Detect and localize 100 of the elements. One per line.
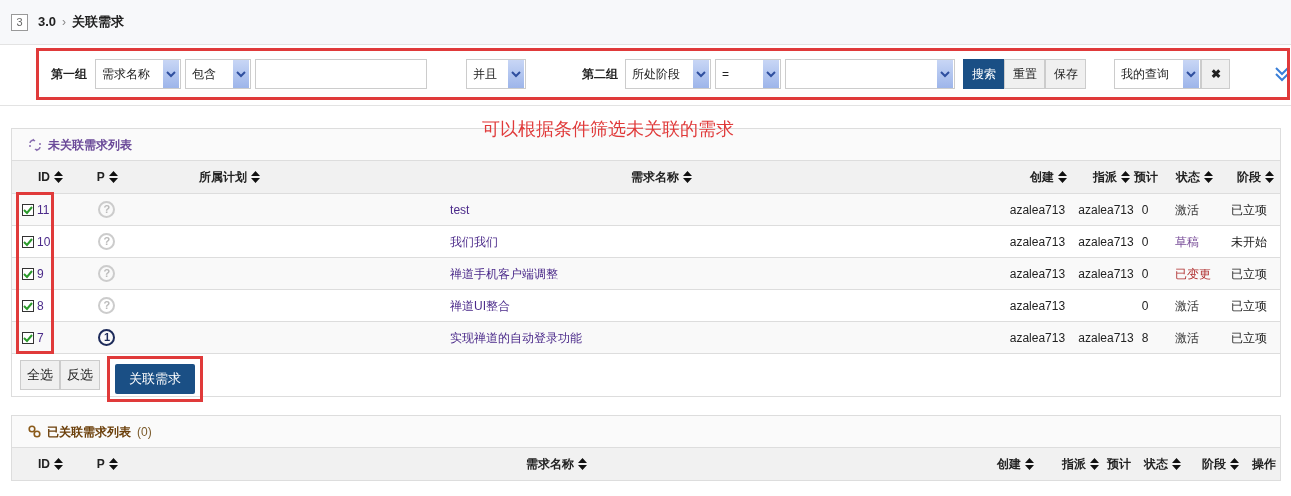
- sort-icon: [108, 458, 118, 470]
- story-link[interactable]: 禅道UI整合: [450, 298, 511, 313]
- id-link[interactable]: 8: [37, 296, 44, 315]
- select-button[interactable]: 反选: [60, 360, 100, 390]
- stage-text: 已立项: [1231, 330, 1268, 345]
- row-checkbox[interactable]: [22, 203, 34, 216]
- stage-text: 已立项: [1231, 298, 1268, 313]
- clear-button[interactable]: ✖: [1201, 59, 1230, 89]
- panel-title: 未关联需求列表: [48, 136, 132, 154]
- caret-icon: [696, 70, 706, 78]
- row-checkbox[interactable]: [22, 267, 34, 280]
- filter-button[interactable]: 搜索: [963, 59, 1004, 89]
- story-link[interactable]: test: [450, 202, 470, 217]
- sort-icon: [1025, 458, 1035, 470]
- sort-icon: [1058, 171, 1068, 183]
- column-header[interactable]: 需求名称: [630, 168, 692, 186]
- saved-query-select[interactable]: 我的查询: [1114, 59, 1201, 89]
- id-link[interactable]: 7: [37, 328, 44, 347]
- estimate-text: 0: [1141, 234, 1149, 249]
- estimate-text: 8: [1141, 330, 1149, 345]
- priority-badge: ?: [98, 297, 116, 314]
- creator-text: azalea713: [1009, 234, 1066, 249]
- id-link[interactable]: 11: [37, 200, 50, 219]
- sort-icon: [53, 458, 63, 470]
- sort-icon: [1090, 458, 1100, 470]
- page-title: 关联需求: [72, 13, 125, 32]
- caret-icon: [1186, 70, 1196, 78]
- id-link[interactable]: 9: [37, 264, 44, 283]
- story-link[interactable]: 我们我们: [450, 234, 499, 249]
- priority-badge: ?: [98, 265, 116, 282]
- caret-icon: [166, 70, 176, 78]
- row-checkbox[interactable]: [22, 331, 34, 344]
- column-header: 操作: [1252, 456, 1276, 473]
- column-header[interactable]: 创建: [1030, 168, 1068, 186]
- stage-text: 未开始: [1231, 234, 1268, 249]
- status-text: 激活: [1174, 298, 1199, 313]
- column-header[interactable]: P: [96, 168, 118, 186]
- column-header[interactable]: 预计: [1134, 168, 1159, 186]
- expand-icon[interactable]: [1274, 66, 1290, 82]
- select-button[interactable]: 全选: [20, 360, 60, 390]
- caret-icon: [236, 70, 246, 78]
- operator-select[interactable]: =: [715, 59, 781, 89]
- annotation-text: 可以根据条件筛选未关联的需求: [482, 118, 734, 141]
- field-select[interactable]: 需求名称: [95, 59, 181, 89]
- column-header[interactable]: 指派: [1062, 455, 1100, 473]
- column-header[interactable]: 创建: [997, 455, 1035, 473]
- column-header[interactable]: 阶段: [1202, 455, 1240, 473]
- creator-text: azalea713: [1009, 266, 1066, 281]
- estimate-text: 0: [1141, 266, 1149, 281]
- sort-icon: [53, 171, 63, 183]
- sort-icon: [1265, 171, 1274, 183]
- sort-icon: [1121, 171, 1131, 183]
- story-link[interactable]: 实现禅道的自动登录功能: [450, 330, 583, 345]
- priority-badge: ?: [98, 201, 116, 218]
- priority-badge: 1: [98, 329, 116, 346]
- sort-icon: [1204, 171, 1214, 183]
- caret-icon: [940, 70, 950, 78]
- field-select[interactable]: 所处阶段: [625, 59, 711, 89]
- sort-icon: [578, 458, 588, 470]
- row-checkbox[interactable]: [22, 235, 34, 248]
- sort-icon: [108, 171, 118, 183]
- sort-icon: [251, 171, 261, 183]
- operator-select[interactable]: 包含: [185, 59, 251, 89]
- join-select[interactable]: 并且: [466, 59, 526, 89]
- column-header[interactable]: ID: [37, 455, 63, 473]
- story-link[interactable]: 禅道手机客户端调整: [450, 266, 559, 281]
- breadcrumb-link[interactable]: 3.0: [38, 12, 57, 32]
- sort-icon: [1230, 458, 1240, 470]
- count-text: (0): [137, 423, 152, 441]
- row-checkbox[interactable]: [22, 299, 34, 312]
- caret-icon: [766, 70, 776, 78]
- column-header[interactable]: ID: [37, 168, 63, 186]
- link-stories-button[interactable]: 关联需求: [115, 364, 195, 394]
- assignee-text: azalea713: [1078, 266, 1134, 281]
- group-label: 第一组: [51, 66, 88, 83]
- creator-text: azalea713: [1009, 202, 1066, 217]
- column-header[interactable]: 需求名称: [526, 455, 588, 473]
- stage-text: 已立项: [1231, 202, 1268, 217]
- unlink-icon: [28, 137, 42, 152]
- project-badge: 3: [11, 13, 28, 31]
- column-header[interactable]: P: [96, 455, 118, 473]
- assignee-text: azalea713: [1078, 234, 1134, 249]
- status-text: 激活: [1174, 202, 1199, 217]
- sort-icon: [682, 171, 692, 183]
- column-header[interactable]: 阶段: [1237, 168, 1274, 186]
- status-text: 已变更: [1174, 266, 1211, 281]
- assignee-text: azalea713: [1078, 202, 1134, 217]
- column-header[interactable]: 状态: [1144, 455, 1182, 473]
- id-link[interactable]: 10: [37, 232, 51, 251]
- priority-badge: ?: [98, 233, 116, 250]
- filter-button[interactable]: 保存: [1045, 59, 1086, 89]
- filter-button[interactable]: 重置: [1004, 59, 1045, 89]
- column-header[interactable]: 所属计划: [199, 168, 261, 186]
- assignee-text: azalea713: [1078, 330, 1134, 345]
- sort-icon: [1172, 458, 1182, 470]
- status-text: 激活: [1174, 330, 1199, 345]
- column-header[interactable]: 状态: [1176, 168, 1214, 186]
- column-header[interactable]: 指派: [1093, 168, 1131, 186]
- value-input[interactable]: [255, 59, 427, 89]
- group-label: 第二组: [582, 66, 619, 83]
